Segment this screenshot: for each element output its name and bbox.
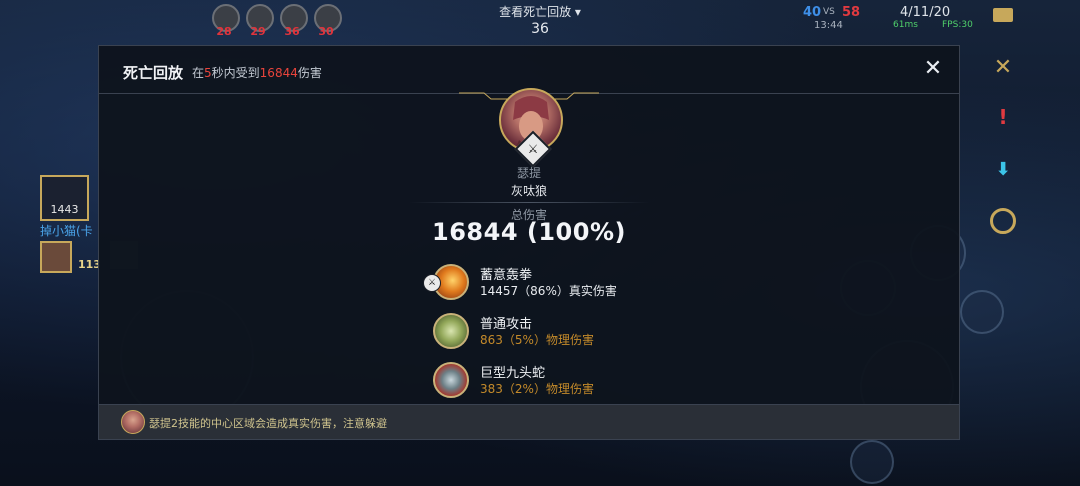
- killer-player-name: 灰呔狼: [510, 184, 547, 198]
- cross-swords-icon[interactable]: ✕: [990, 54, 1016, 80]
- total-damage-value: 16844 (100%): [432, 218, 626, 246]
- ping-display: 61ms: [893, 20, 918, 30]
- fighter-icon: ⚔: [423, 274, 441, 292]
- dialog-title: 死亡回放: [123, 64, 184, 82]
- subtitle-damage: 16844: [259, 66, 298, 80]
- lifebuoy-icon[interactable]: [990, 208, 1016, 234]
- game-clock: 13:44: [814, 20, 843, 31]
- vs-label: VS: [823, 7, 835, 17]
- ally-hero-level: 36: [284, 25, 300, 38]
- fps-display: FPS:30: [942, 20, 973, 30]
- kill-feed-text: 掉小猫(卡: [40, 222, 93, 239]
- close-button[interactable]: ✕: [921, 57, 945, 81]
- blue-team-score: 40: [803, 5, 822, 20]
- gold-amount: 1443: [50, 203, 79, 216]
- damage-source-row: ⚔ 蓄意轰拳 14457（86%）真实伤害: [423, 264, 753, 306]
- hydra-icon: [433, 362, 469, 398]
- kill-feed-name: 掉小猫(卡: [40, 224, 93, 238]
- attack-icon: [433, 313, 469, 349]
- death-replay-dialog: 死亡回放 在5秒内受到16844伤害 ✕ ⚔ 瑟提 灰呔狼 总伤害 16844 …: [98, 45, 960, 440]
- damage-source-row: 巨型九头蛇 383（2%）物理伤害: [433, 362, 753, 404]
- damage-source-name: 巨型九头蛇: [480, 366, 546, 381]
- subtitle-mid: 秒内受到: [211, 66, 260, 80]
- damage-source-name: 普通攻击: [480, 317, 533, 332]
- damage-source-detail: 14457（86%）真实伤害: [480, 284, 617, 298]
- kill-feed-portrait: [40, 241, 72, 273]
- damage-source-row: 普通攻击 863（5%）物理伤害: [433, 313, 753, 355]
- alert-icon[interactable]: !: [990, 104, 1016, 130]
- damage-source-name: 蓄意轰拳: [480, 268, 533, 283]
- divider: [409, 202, 649, 203]
- damage-source-detail: 863（5%）物理伤害: [480, 333, 594, 347]
- fighter-icon: ⚔: [527, 142, 539, 156]
- damage-source-detail: 383（2%）物理伤害: [480, 382, 594, 396]
- ally-hero-level: 29: [250, 25, 266, 38]
- chat-icon[interactable]: [993, 8, 1013, 22]
- killer-champion-name: 瑟提: [516, 166, 541, 180]
- subtitle-prefix: 在: [192, 66, 205, 80]
- red-team-score: 58: [842, 5, 861, 20]
- subtitle-seconds: 5: [204, 66, 212, 80]
- dialog-header: 死亡回放 在5秒内受到16844伤害 ✕: [99, 46, 959, 94]
- skill-button[interactable]: [850, 440, 894, 484]
- ally-hero-level: 30: [318, 25, 334, 38]
- ally-hero-level: 28: [216, 25, 232, 38]
- skill-button[interactable]: [960, 290, 1004, 334]
- respawn-timer: 36: [531, 21, 549, 37]
- dialog-subtitle: 在5秒内受到16844伤害: [192, 64, 322, 81]
- kda-display: 4/11/20: [900, 5, 951, 20]
- death-replay-timer-title[interactable]: 查看死亡回放 ▾: [470, 3, 610, 20]
- arrow-down-icon[interactable]: ⬇: [990, 156, 1016, 182]
- tip-bar: 瑟提2技能的中心区域会造成真实伤害，注意躲避: [99, 404, 959, 439]
- timer-title-text: 查看死亡回放: [499, 5, 572, 19]
- subtitle-suffix: 伤害: [297, 66, 322, 80]
- tip-avatar: [121, 410, 145, 434]
- chevron-down-icon: ▾: [574, 5, 581, 19]
- tip-text: 瑟提2技能的中心区域会造成真实伤害，注意躲避: [149, 417, 387, 430]
